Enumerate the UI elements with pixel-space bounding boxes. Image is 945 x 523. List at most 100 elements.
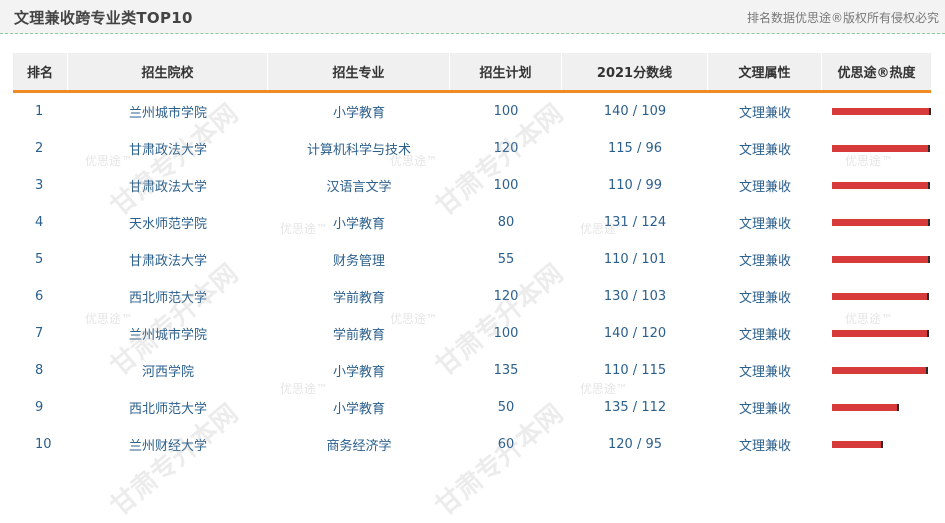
heat-bar-track [832, 404, 931, 411]
plan-cell: 100 [493, 178, 519, 193]
score-cell: 115 / 96 [608, 141, 662, 156]
heat-bar-track [832, 256, 931, 263]
rank-cell: 9 [35, 400, 44, 415]
plan-cell: 60 [497, 437, 515, 452]
rank-cell: 2 [35, 141, 44, 156]
heat-cell [822, 389, 931, 426]
heat-cell [822, 167, 931, 204]
heat-bar [832, 293, 930, 300]
heat-bar [832, 256, 930, 263]
plan-cell: 120 [493, 289, 519, 304]
major-cell: 小学教育 [332, 106, 385, 121]
score-cell: 110 / 115 [603, 363, 667, 378]
major-cell: 计算机科学与技术 [306, 143, 411, 158]
rank-cell: 10 [35, 437, 52, 452]
rank-cell: 3 [35, 178, 44, 193]
heat-cell [822, 315, 931, 352]
plan-cell: 50 [497, 400, 515, 415]
column-header-major[interactable]: 招生专业 [268, 53, 450, 90]
table-row[interactable]: 4 天水师范学院 小学教育 80 131 / 124 文理兼收 [13, 204, 931, 241]
plan-cell: 100 [493, 104, 519, 119]
column-header-school[interactable]: 招生院校 [68, 53, 268, 90]
copyright-notice: 排名数据优思途®版权所有侵权必究 [746, 11, 939, 25]
heat-bar [832, 145, 930, 152]
score-cell: 135 / 112 [603, 400, 667, 415]
table-row[interactable]: 9 西北师范大学 小学教育 50 135 / 112 文理兼收 [13, 389, 931, 426]
heat-bar-track [832, 441, 931, 448]
heat-bar [832, 108, 931, 115]
column-header-attribute[interactable]: 文理属性 [708, 53, 822, 90]
rank-cell: 6 [35, 289, 44, 304]
plan-cell: 100 [493, 326, 519, 341]
school-cell: 甘肃政法大学 [128, 143, 207, 158]
heat-bar [832, 330, 930, 337]
school-cell: 兰州财经大学 [128, 439, 207, 454]
rank-cell: 1 [35, 104, 44, 119]
heat-cell [822, 426, 931, 463]
score-cell: 131 / 124 [603, 215, 667, 230]
major-cell: 财务管理 [332, 254, 385, 269]
rank-cell: 4 [35, 215, 44, 230]
school-cell: 甘肃政法大学 [128, 180, 207, 195]
heat-bar [832, 367, 929, 374]
heat-bar [832, 441, 884, 448]
table-row[interactable]: 2 甘肃政法大学 计算机科学与技术 120 115 / 96 文理兼收 [13, 130, 931, 167]
school-cell: 西北师范大学 [128, 402, 207, 417]
school-cell: 兰州城市学院 [128, 328, 207, 343]
table-row[interactable]: 10 兰州财经大学 商务经济学 60 120 / 95 文理兼收 [13, 426, 931, 463]
heat-bar-track [832, 108, 931, 115]
score-cell: 140 / 120 [603, 326, 667, 341]
heat-bar-track [832, 182, 931, 189]
attribute-cell: 文理兼收 [738, 143, 791, 158]
table-row[interactable]: 6 西北师范大学 学前教育 120 130 / 103 文理兼收 [13, 278, 931, 315]
heat-cell [822, 204, 931, 241]
ranking-table: 排名 招生院校 招生专业 招生计划 2021分数线 文理属性 优思途®热度 1 兰… [13, 53, 931, 463]
score-cell: 120 / 95 [608, 437, 662, 452]
attribute-cell: 文理兼收 [738, 439, 791, 454]
attribute-cell: 文理兼收 [738, 180, 791, 195]
column-header-score[interactable]: 2021分数线 [562, 53, 708, 90]
plan-cell: 80 [497, 215, 515, 230]
heat-bar-track [832, 330, 931, 337]
table-row[interactable]: 5 甘肃政法大学 财务管理 55 110 / 101 文理兼收 [13, 241, 931, 278]
major-cell: 小学教育 [332, 217, 385, 232]
plan-cell: 55 [497, 252, 515, 267]
heat-bar [832, 182, 930, 189]
plan-cell: 120 [493, 141, 519, 156]
school-cell: 河西学院 [141, 365, 194, 380]
major-cell: 学前教育 [332, 291, 385, 306]
heat-cell [822, 278, 931, 315]
attribute-cell: 文理兼收 [738, 291, 791, 306]
column-header-heat[interactable]: 优思途®热度 [822, 53, 931, 90]
attribute-cell: 文理兼收 [738, 402, 791, 417]
major-cell: 小学教育 [332, 365, 385, 380]
heat-cell [822, 241, 931, 278]
heat-cell [822, 130, 931, 167]
table-row[interactable]: 3 甘肃政法大学 汉语言文学 100 110 / 99 文理兼收 [13, 167, 931, 204]
table-row[interactable]: 8 河西学院 小学教育 135 110 / 115 文理兼收 [13, 352, 931, 389]
table-row[interactable]: 1 兰州城市学院 小学教育 100 140 / 109 文理兼收 [13, 93, 931, 130]
table-row[interactable]: 7 兰州城市学院 学前教育 100 140 / 120 文理兼收 [13, 315, 931, 352]
major-cell: 小学教育 [332, 402, 385, 417]
major-cell: 学前教育 [332, 328, 385, 343]
major-cell: 汉语言文学 [326, 180, 392, 195]
attribute-cell: 文理兼收 [738, 254, 791, 269]
table-body: 1 兰州城市学院 小学教育 100 140 / 109 文理兼收 2 甘肃政法大学 计算机科学与… [13, 93, 931, 463]
heat-bar [832, 219, 930, 226]
table-header: 排名 招生院校 招生专业 招生计划 2021分数线 文理属性 优思途®热度 [13, 53, 931, 93]
attribute-cell: 文理兼收 [738, 365, 791, 380]
page-title: 文理兼收跨专业类TOP10 [14, 9, 193, 27]
score-cell: 110 / 101 [603, 252, 667, 267]
score-cell: 140 / 109 [603, 104, 667, 119]
heat-bar-track [832, 219, 931, 226]
heat-bar-track [832, 293, 931, 300]
plan-cell: 135 [493, 363, 519, 378]
column-header-rank[interactable]: 排名 [13, 53, 68, 90]
heat-bar-track [832, 145, 931, 152]
school-cell: 甘肃政法大学 [128, 254, 207, 269]
rank-cell: 8 [35, 363, 44, 378]
school-cell: 西北师范大学 [128, 291, 207, 306]
heat-bar [832, 404, 900, 411]
column-header-plan[interactable]: 招生计划 [450, 53, 562, 90]
score-cell: 110 / 99 [608, 178, 662, 193]
